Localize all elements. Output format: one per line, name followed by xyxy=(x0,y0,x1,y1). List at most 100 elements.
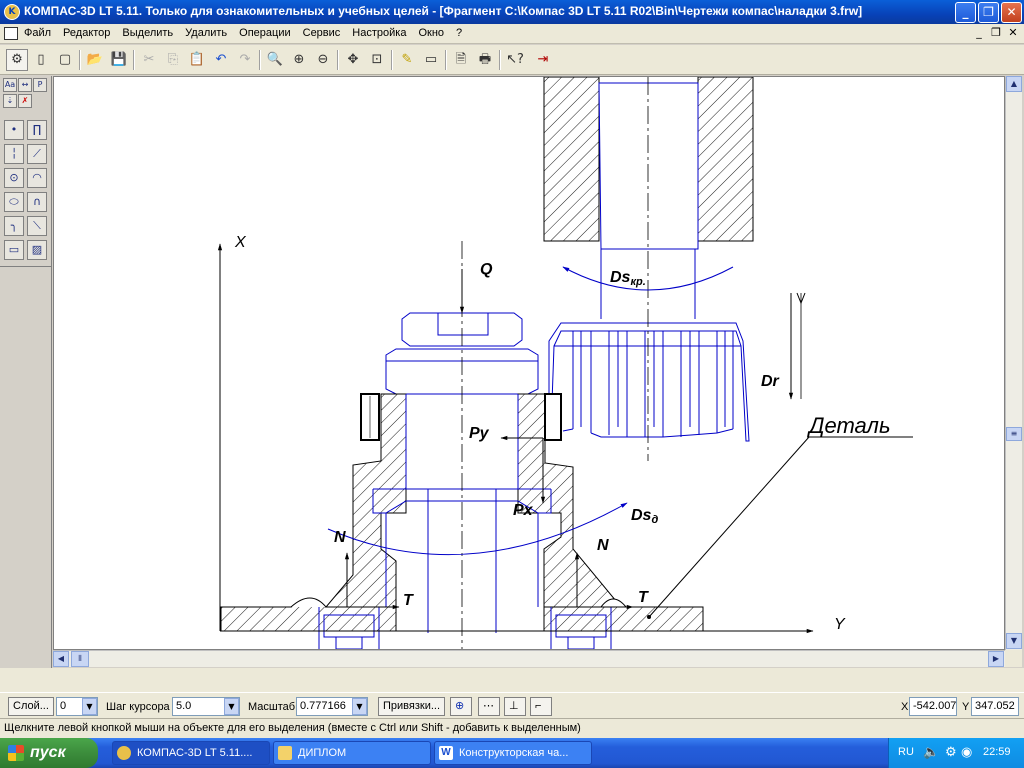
print-icon[interactable]: 🖶 xyxy=(474,49,496,71)
paste-icon[interactable]: 📋 xyxy=(186,49,208,71)
zoom-window-icon[interactable]: 🔍 xyxy=(264,49,286,71)
volume-icon[interactable]: 🔈 xyxy=(923,744,939,760)
circle-icon[interactable]: ⊙ xyxy=(4,168,24,188)
redraw-icon[interactable]: ✎ xyxy=(396,49,418,71)
layer-dropdown-icon[interactable]: ▼ xyxy=(82,698,97,715)
horizontal-scrollbar[interactable]: ◀ ⦀ ▶ xyxy=(53,650,1005,667)
rectangle-icon[interactable]: ▭ xyxy=(4,240,24,260)
coord-x-field[interactable]: -542.007 xyxy=(909,697,957,716)
ellipse-icon[interactable]: ⬭ xyxy=(4,192,24,212)
undo-icon[interactable]: ↶ xyxy=(210,49,232,71)
document-icon[interactable] xyxy=(4,27,18,40)
drawing-svg[interactable]: X Y Q Dsкр. Dr Деталь Py Px Dsд N N T T xyxy=(54,77,1005,650)
maximize-button[interactable]: ❐ xyxy=(978,2,999,23)
chamfer-icon[interactable]: ⟍ xyxy=(27,216,47,236)
new-sheet-icon[interactable]: ▯ xyxy=(30,49,52,71)
layer-value: 0 xyxy=(60,700,67,712)
scroll-up-icon[interactable]: ▲ xyxy=(1006,76,1022,92)
menu-delete[interactable]: Удалить xyxy=(185,27,227,39)
save-icon[interactable]: 💾 xyxy=(108,49,130,71)
coord-y-field[interactable]: 347.052 xyxy=(971,697,1019,716)
start-button[interactable]: пуск xyxy=(0,738,98,768)
menu-bar: Файл Редактор Выделить Удалить Операции … xyxy=(0,24,1024,44)
edit-mode-icon[interactable]: ✗ xyxy=(18,94,32,108)
param-mode-icon[interactable]: P xyxy=(33,78,47,92)
fillet-icon[interactable]: ╮ xyxy=(4,216,24,236)
menu-window[interactable]: Окно xyxy=(418,27,444,39)
toolbar-separator xyxy=(259,50,261,70)
text-mode-icon[interactable]: Aa xyxy=(3,78,17,92)
task-kompas[interactable]: КОМПАС-3D LT 5.11.... xyxy=(112,741,270,765)
zoom-in-icon[interactable]: ⊕ xyxy=(288,49,310,71)
segment-icon[interactable]: ⟋ xyxy=(27,144,47,164)
cursor-step-dropdown-icon[interactable]: ▼ xyxy=(224,698,239,715)
doc-restore-button[interactable]: ❐ xyxy=(989,27,1003,40)
copy-icon[interactable]: ⎘ xyxy=(162,49,184,71)
doc-close-button[interactable]: ✕ xyxy=(1006,27,1020,40)
menu-help[interactable]: ? xyxy=(456,27,462,39)
task-word[interactable]: W Конструкторская ча... xyxy=(434,741,592,765)
scale-label: Масштаб xyxy=(248,701,296,713)
menu-select[interactable]: Выделить xyxy=(122,27,173,39)
minimize-button[interactable]: _ xyxy=(955,2,976,23)
local-cs-icon[interactable]: ⊕ xyxy=(450,697,472,716)
scale-dropdown-icon[interactable]: ▼ xyxy=(352,698,367,715)
open-folder-icon[interactable]: 📂 xyxy=(84,49,106,71)
menu-file[interactable]: Файл xyxy=(24,27,51,39)
hatch-icon[interactable]: ▨ xyxy=(27,240,47,260)
layer-button[interactable]: Слой... xyxy=(8,697,54,716)
message-bar: Щелкните левой кнопкой мыши на объекте д… xyxy=(0,718,1024,738)
spline-icon[interactable]: ∩ xyxy=(27,192,47,212)
new-fragment-icon[interactable]: ▢ xyxy=(54,49,76,71)
drawing-canvas[interactable]: X Y Q Dsкр. Dr Деталь Py Px Dsд N N T T xyxy=(53,76,1005,650)
network-icon[interactable]: ⚙ xyxy=(945,744,957,760)
scale-value: 0.777166 xyxy=(300,700,346,712)
coord-x-value: -542.007 xyxy=(913,700,957,712)
measure-mode-icon[interactable]: ⇣ xyxy=(3,94,17,108)
exit-icon[interactable]: ⇥ xyxy=(532,49,554,71)
scroll-down-icon[interactable]: ▼ xyxy=(1006,633,1022,649)
menu-settings[interactable]: Настройка xyxy=(352,27,406,39)
ortho-icon[interactable]: ⊥ xyxy=(504,697,526,716)
start-label: пуск xyxy=(30,744,66,761)
task-diplom[interactable]: ДИПЛОМ xyxy=(273,741,431,765)
kompas-app-icon[interactable]: K xyxy=(4,4,20,20)
dimension-mode-icon[interactable]: ↔ xyxy=(18,78,32,92)
menu-editor[interactable]: Редактор xyxy=(63,27,110,39)
word-icon: W xyxy=(439,746,453,760)
panel-icon[interactable]: ▭ xyxy=(420,49,442,71)
redo-icon[interactable]: ↷ xyxy=(234,49,256,71)
toolbar-separator xyxy=(391,50,393,70)
close-button[interactable]: ✕ xyxy=(1001,2,1022,23)
arc-icon[interactable]: ◠ xyxy=(27,168,47,188)
snaps-button[interactable]: Привязки... xyxy=(378,697,446,716)
doc-minimize-button[interactable]: _ xyxy=(972,27,986,40)
pan-icon[interactable]: ✥ xyxy=(342,49,364,71)
scroll-thumb-vertical[interactable]: ≡ xyxy=(1006,427,1022,441)
menu-service[interactable]: Сервис xyxy=(303,27,341,39)
show-all-icon[interactable]: ⊡ xyxy=(366,49,388,71)
gear-cutter xyxy=(548,249,750,442)
antivirus-icon[interactable]: ◉ xyxy=(961,744,972,760)
system-tray: RU 🔈 ⚙ ◉ 22:59 xyxy=(888,738,1024,768)
scroll-thumb-horizontal[interactable]: ⦀ xyxy=(71,651,89,667)
language-indicator[interactable]: RU xyxy=(898,746,914,758)
gear-icon[interactable]: ⚙ xyxy=(6,49,28,71)
task-diplom-label: ДИПЛОМ xyxy=(298,747,347,759)
menu-operations[interactable]: Операции xyxy=(239,27,290,39)
auxiliary-line-icon[interactable]: ∏ xyxy=(27,120,47,140)
cut-icon[interactable]: ✂ xyxy=(138,49,160,71)
round-mode-icon[interactable]: ⌐ xyxy=(530,697,552,716)
context-help-icon[interactable]: ↖? xyxy=(504,49,526,71)
point-icon[interactable]: • xyxy=(4,120,24,140)
grid-icon[interactable]: ⋯ xyxy=(478,697,500,716)
coord-y-value: 347.052 xyxy=(975,700,1015,712)
folder-icon xyxy=(278,746,292,760)
segment-vertical-icon[interactable]: ╎ xyxy=(4,144,24,164)
title-bar[interactable]: K КОМПАС-3D LT 5.11. Только для ознакоми… xyxy=(0,0,1024,24)
scroll-right-icon[interactable]: ▶ xyxy=(988,651,1004,667)
vertical-scrollbar[interactable]: ▲ ≡ ▼ xyxy=(1005,76,1022,650)
zoom-out-icon[interactable]: ⊖ xyxy=(312,49,334,71)
scroll-left-icon[interactable]: ◀ xyxy=(53,651,69,667)
print-preview-icon[interactable]: 🗎 xyxy=(450,49,472,71)
